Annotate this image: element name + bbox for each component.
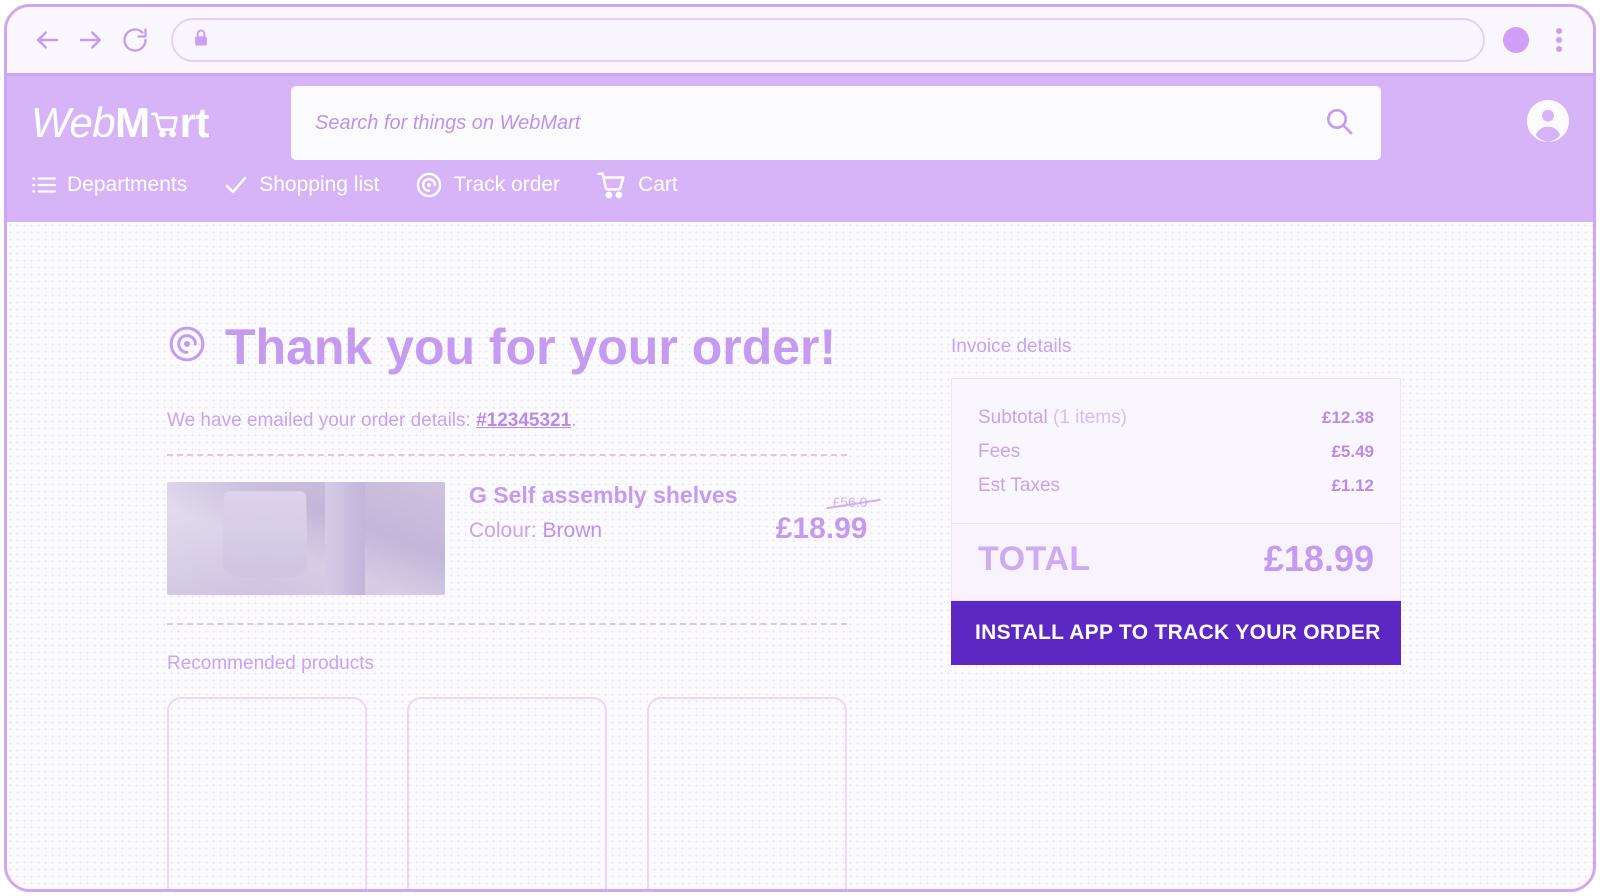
header-nav: Departments Shopping list Track order Ca… [7,170,1593,222]
profile-avatar-icon[interactable] [1503,27,1529,53]
padlock-icon [191,28,211,53]
product-thumbnail[interactable] [167,482,445,595]
logo-text-rt: rt [179,99,210,146]
order-summary-column: Thank you for your order! We have emaile… [7,318,868,889]
nav-label-track-order: Track order [453,173,561,196]
header-top-row: Web Mrt [7,76,1593,170]
recommended-product-card[interactable] [647,697,847,889]
target-tracking-icon [167,318,207,376]
order-email-prefix: We have emailed your order details: [167,410,477,431]
invoice-value-taxes: £1.12 [1331,476,1374,495]
reload-icon [121,26,149,54]
product-colour: Colour: Brown [469,519,738,543]
invoice-card: Subtotal (1 items) £12.38 Fees £5.49 Est… [951,378,1401,601]
back-button[interactable] [25,18,69,62]
page-title: Thank you for your order! [167,318,867,376]
url-bar[interactable] [171,18,1485,62]
invoice-subtotal-count: (1 items) [1053,407,1127,428]
nav-label-departments: Departments [67,173,188,196]
shopping-cart-icon [150,101,180,138]
page-title-text: Thank you for your order! [225,319,837,375]
product-colour-label: Colour: [469,519,543,542]
order-product-row[interactable]: G Self assembly shelves Colour: Brown £5… [167,456,868,623]
invoice-total-value: £18.99 [1263,538,1374,579]
webmart-logo[interactable]: Web Mrt [31,99,259,147]
product-name[interactable]: G Self assembly shelves [469,482,738,509]
recommended-products-title: Recommended products [167,653,374,674]
search-box[interactable] [291,86,1381,160]
product-price-current: £18.99 [775,512,868,545]
chrome-right-controls [1503,25,1571,55]
invoice-value-subtotal: £12.38 [1322,408,1374,427]
logo-text-web: Web [31,99,116,146]
back-arrow-icon [32,25,62,55]
invoice-title: Invoice details [951,336,1072,357]
invoice-row-subtotal: Subtotal (1 items) £12.38 [978,401,1374,435]
invoice-column: Invoice details Subtotal (1 items) £12.3… [867,318,1401,889]
recommended-products-list [167,697,867,889]
invoice-label-taxes: Est Taxes [978,475,1061,496]
browser-window: Web Mrt Search for things on WebMart Dep… [4,4,1596,892]
nav-item-departments[interactable]: Departments [31,173,187,197]
product-price-original: £56.0 [832,494,868,510]
product-info: G Self assembly shelves Colour: Brown [445,482,738,543]
order-email-suffix: . [571,410,577,431]
invoice-total-label: TOTAL [978,539,1091,578]
invoice-row-fees: Fees £5.49 [978,435,1374,469]
browser-chrome [7,7,1593,76]
invoice-label-fees: Fees [978,441,1021,462]
list-menu-icon [31,174,57,196]
search-input[interactable] [315,111,1323,135]
invoice-total-row: TOTAL £18.99 [952,523,1400,600]
nav-label-cart: Cart [638,173,678,196]
checkmark-icon [223,173,249,197]
kebab-menu-icon[interactable] [1547,25,1571,55]
search-icon[interactable] [1323,105,1355,142]
recommended-product-card[interactable] [407,697,607,889]
account-circle-icon[interactable] [1495,98,1571,149]
product-colour-value: Brown [542,519,603,542]
nav-item-shopping-list[interactable]: Shopping list [223,173,379,197]
site-header: Web Mrt Search for things on WebMart Dep… [7,76,1593,222]
invoice-label-subtotal-text: Subtotal [978,407,1053,428]
invoice-row-taxes: Est Taxes £1.12 [978,469,1374,503]
reload-button[interactable] [113,18,157,62]
recommended-product-card[interactable] [167,697,367,889]
forward-button[interactable] [69,18,113,62]
page-body: Thank you for your order! We have emaile… [7,222,1593,889]
shopping-cart-icon [596,170,628,200]
install-app-button[interactable]: INSTALL APP TO TRACK YOUR ORDER [951,601,1401,665]
target-tracking-icon [415,171,443,199]
nav-item-cart[interactable]: Cart [596,170,678,200]
forward-arrow-icon [76,25,106,55]
logo-text-m: M [115,99,150,146]
nav-item-track-order[interactable]: Track order [415,171,560,199]
order-email-line: We have emailed your order details: #123… [167,410,867,432]
invoice-line-items: Subtotal (1 items) £12.38 Fees £5.49 Est… [952,379,1400,523]
nav-label-shopping-list: Shopping list [259,173,380,196]
order-number-link[interactable]: #12345321 [476,410,571,431]
invoice-value-fees: £5.49 [1331,442,1374,461]
invoice-label-subtotal: Subtotal (1 items) [978,407,1127,429]
product-prices: £56.0 £18.99 [738,482,868,546]
